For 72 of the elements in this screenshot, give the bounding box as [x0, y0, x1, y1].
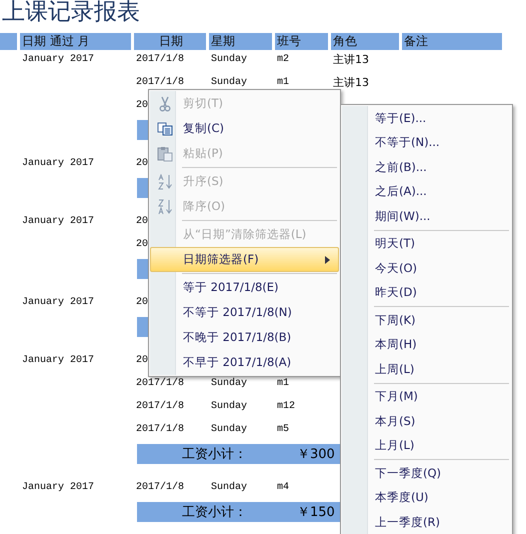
month-cell: January 2017 [22, 54, 94, 65]
date-cell: 20 [136, 239, 148, 250]
scissors-icon [158, 96, 170, 112]
column-header: 星期 [209, 33, 272, 50]
date-cell: 2017/1/8 [136, 378, 184, 389]
date-cell: 2017/1/8 [136, 424, 184, 435]
subtotal-amount: ￥150 [297, 504, 335, 521]
sort-descending-icon [156, 198, 172, 214]
menu-item[interactable]: 本季度(U) [342, 486, 511, 510]
column-header: 角色 [331, 33, 399, 50]
menu-item[interactable]: 下周(K) [342, 308, 511, 332]
menu-item[interactable]: 日期筛选器(F) [150, 247, 339, 272]
class-cell: m2 [277, 54, 290, 65]
class-cell: m4 [277, 482, 290, 493]
role-cell: 主讲13 [333, 53, 369, 66]
menu-item[interactable]: 今天(O) [342, 256, 511, 280]
sort-ascending-icon [156, 174, 172, 190]
menu-item[interactable]: 不等于(N)... [342, 130, 511, 155]
menu-item[interactable]: 明天(T) [342, 232, 511, 256]
menu-item[interactable]: 本周(H) [342, 332, 511, 357]
class-cell: m5 [277, 424, 290, 435]
menu-item[interactable]: 上一季度(R) [342, 510, 511, 534]
column-header: 日期 通过 月 [20, 33, 131, 50]
menu-item[interactable]: 之后(A)... [342, 180, 511, 204]
subtotal-amount: ￥300 [297, 446, 335, 463]
menu-item[interactable]: 上月(L) [342, 434, 511, 458]
month-cell: January 2017 [22, 216, 94, 227]
weekday-cell: Sunday [211, 54, 248, 65]
menu-item[interactable]: 不等于 2017/1/8(N) [150, 300, 339, 325]
header-cell [0, 33, 17, 50]
date-cell: 20 [136, 100, 148, 111]
menu-item[interactable]: 复制(C) [150, 116, 339, 141]
subtotal-label: 工资小计： [182, 504, 247, 521]
menu-item[interactable]: 等于(E)... [342, 106, 511, 130]
weekday-cell: Sunday [211, 482, 248, 493]
menu-item[interactable]: 不晚于 2017/1/8(B) [150, 325, 339, 350]
date-cell: 20 [136, 297, 148, 308]
menu-item[interactable]: 不早于 2017/1/8(A) [150, 350, 339, 375]
weekday-cell: Sunday [211, 424, 248, 435]
month-cell: January 2017 [22, 482, 94, 493]
report-title: 上课记录报表 [1, 0, 141, 27]
menu-item[interactable]: 上周(L) [342, 357, 511, 382]
date-cell: 2017/1/8 [136, 77, 184, 88]
date-cell: 20 [136, 216, 148, 227]
menu-item[interactable]: 期间(W)... [342, 204, 511, 228]
menu-item[interactable]: 等于 2017/1/8(E) [150, 275, 339, 300]
menu-item[interactable]: 昨天(D) [342, 280, 511, 305]
date-cell: 20 [136, 355, 148, 366]
menu-item[interactable]: 之前(B)... [342, 155, 511, 180]
weekday-cell: Sunday [211, 77, 248, 88]
date-cell: 2017/1/8 [136, 54, 184, 65]
class-cell: m1 [277, 77, 290, 88]
month-cell: January 2017 [22, 297, 94, 308]
menu-item[interactable]: 本月(S) [342, 409, 511, 434]
date-cell: 2017/1/8 [136, 401, 184, 412]
subtotal-label: 工资小计： [182, 446, 247, 463]
date-cell: 2017/1/8 [136, 482, 184, 493]
column-header: 备注 [402, 33, 502, 50]
weekday-cell: Sunday [211, 378, 248, 389]
class-cell: m12 [277, 401, 296, 412]
column-header: 班号 [275, 33, 328, 50]
weekday-cell: Sunday [211, 401, 248, 412]
copy-icon [156, 122, 172, 136]
role-cell: 主讲13 [333, 76, 369, 89]
menu-item[interactable]: 下月(M) [342, 384, 511, 409]
column-header: 日期 [134, 33, 206, 50]
clipboard-icon [156, 146, 172, 162]
month-cell: January 2017 [22, 355, 94, 366]
menu-item[interactable]: 下一季度(Q) [342, 461, 511, 486]
class-cell: m1 [277, 378, 290, 389]
month-cell: January 2017 [22, 158, 94, 169]
date-cell: 20 [136, 158, 148, 169]
